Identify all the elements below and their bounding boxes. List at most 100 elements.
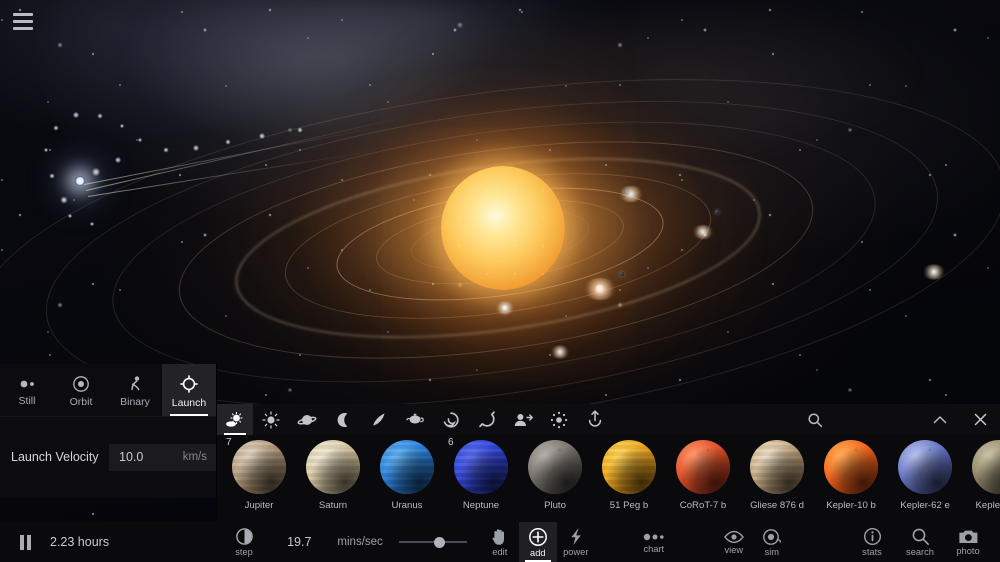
- object-card[interactable]: 51 Peg b: [592, 435, 666, 522]
- object-name-label: Kepler-10 b: [826, 500, 876, 511]
- orbiting-planet[interactable]: [715, 210, 719, 214]
- edit-tool-label: edit: [492, 547, 507, 557]
- orbiting-planet[interactable]: [620, 272, 624, 276]
- comet-nucleus[interactable]: [75, 176, 85, 186]
- object-card[interactable]: Kepler-62 f: [962, 435, 1000, 522]
- star-icon[interactable]: [253, 404, 289, 435]
- menu-bar-1: [13, 13, 33, 16]
- power-tool-label: power: [563, 547, 588, 557]
- orbiting-planet[interactable]: [699, 229, 703, 233]
- object-card[interactable]: Kepler-10 b: [814, 435, 888, 522]
- launch-velocity-label: Launch Velocity: [11, 450, 99, 464]
- sim-tool-button[interactable]: sim: [753, 522, 791, 562]
- launch-velocity-value: 10.0: [109, 450, 143, 464]
- mode-tab-launch[interactable]: Launch: [162, 364, 216, 416]
- thumbnail-cloud-bands: [380, 440, 434, 494]
- thumbnail-cloud-bands: [306, 440, 360, 494]
- mode-tab-launch-label: Launch: [172, 397, 206, 409]
- simulation-elapsed-time: 2.23 hours: [50, 535, 109, 549]
- object-card[interactable]: 7Jupiter: [222, 435, 296, 522]
- mode-tab-binary[interactable]: Binary: [108, 364, 162, 416]
- comet-icon[interactable]: [361, 404, 397, 435]
- black-hole-icon[interactable]: [469, 404, 505, 435]
- slider-thumb[interactable]: [434, 537, 445, 548]
- panel-search-button[interactable]: [797, 404, 833, 435]
- object-name-label: Gliese 876 d: [750, 500, 804, 511]
- stats-button[interactable]: stats: [848, 522, 896, 562]
- object-card[interactable]: CoRoT-7 b: [666, 435, 740, 522]
- launch-mode-tabs: Still Orbit: [0, 364, 216, 417]
- mode-tab-still[interactable]: Still: [0, 364, 54, 416]
- slider-track: [399, 541, 467, 543]
- thumbnail-surface-texture: [528, 440, 582, 494]
- simulation-rate-unit: mins/sec: [337, 536, 382, 548]
- search-button[interactable]: search: [896, 522, 944, 562]
- power-tool-button[interactable]: power: [557, 522, 595, 562]
- object-name-label: CoRoT-7 b: [680, 500, 726, 511]
- simulation-rate-slider[interactable]: [399, 534, 467, 550]
- search-icon[interactable]: [797, 404, 833, 435]
- step-button[interactable]: step: [223, 522, 265, 562]
- planet-sun-icon[interactable]: [217, 404, 253, 435]
- launch-crosshair-icon: [177, 374, 201, 394]
- object-thumbnail: [602, 440, 656, 494]
- step-button-label: step: [235, 547, 253, 557]
- chart-tool-button[interactable]: chart: [635, 522, 673, 562]
- central-star[interactable]: [441, 166, 565, 290]
- object-thumbnail: [972, 440, 1000, 494]
- add-person-icon[interactable]: [505, 404, 541, 435]
- simulation-control-bar: 2.23 hours step 19.7 mins/sec: [0, 522, 1000, 562]
- thumbnail-cloud-bands: [750, 440, 804, 494]
- pause-icon[interactable]: [6, 522, 44, 562]
- teapot-icon[interactable]: [397, 404, 433, 435]
- view-tool-button[interactable]: view: [715, 522, 753, 562]
- object-thumbnail-strip[interactable]: 7Jupiter Saturn Uranus6Neptune Pluto 51 Peg …: [217, 435, 1000, 522]
- mode-tab-orbit[interactable]: Orbit: [54, 364, 108, 416]
- edit-tool-button[interactable]: edit: [481, 522, 519, 562]
- spiral-galaxy-icon[interactable]: [433, 404, 469, 435]
- chevron-up-icon[interactable]: [920, 404, 960, 435]
- object-card[interactable]: 6Neptune: [444, 435, 518, 522]
- orbiting-planet[interactable]: [596, 285, 605, 294]
- search-icon: [911, 527, 930, 546]
- mode-tab-still-label: Still: [19, 395, 36, 407]
- moon-crescent-icon[interactable]: [325, 404, 361, 435]
- panel-window-controls: [920, 404, 1000, 435]
- orbiting-planet[interactable]: [932, 270, 937, 275]
- ringed-planet-icon[interactable]: [289, 404, 325, 435]
- orbiting-planet[interactable]: [624, 189, 630, 195]
- hamburger-menu-icon[interactable]: [8, 8, 38, 34]
- sim-tool-label: sim: [765, 547, 779, 557]
- launch-object-icon[interactable]: [577, 404, 613, 435]
- add-tool-label: add: [530, 548, 546, 558]
- object-thumbnail: [380, 440, 434, 494]
- photo-button[interactable]: photo: [944, 522, 992, 562]
- close-x-icon[interactable]: [960, 404, 1000, 435]
- object-name-label: Saturn: [319, 500, 347, 511]
- lightning-icon: [569, 527, 583, 546]
- two-dots-still-icon: [16, 376, 38, 392]
- object-name-label: 51 Peg b: [610, 500, 648, 511]
- camera-icon: [958, 528, 979, 545]
- orbiting-planet[interactable]: [558, 350, 562, 354]
- circle-plus-icon: [528, 527, 548, 547]
- launch-mode-panel: Still Orbit: [0, 364, 217, 498]
- stats-button-label: stats: [862, 547, 882, 557]
- simulation-window: Still Orbit: [0, 0, 1000, 562]
- object-card[interactable]: Gliese 876 d: [740, 435, 814, 522]
- object-name-label: Pluto: [544, 500, 566, 511]
- launch-velocity-input[interactable]: 10.0 km/s: [109, 444, 216, 471]
- object-card[interactable]: Uranus: [370, 435, 444, 522]
- object-card[interactable]: Saturn: [296, 435, 370, 522]
- view-tool-label: view: [724, 545, 743, 555]
- object-card[interactable]: Pluto: [518, 435, 592, 522]
- launch-velocity-row: Launch Velocity 10.0 km/s: [0, 437, 216, 477]
- object-card[interactable]: Kepler-62 e: [888, 435, 962, 522]
- object-thumbnail: [528, 440, 582, 494]
- object-name-label: Jupiter: [245, 500, 274, 511]
- asteroid-belt-icon[interactable]: [541, 404, 577, 435]
- info-circle-icon: [863, 527, 882, 546]
- utility-button-group: stats search photo: [848, 522, 992, 562]
- add-tool-button[interactable]: add: [519, 522, 557, 562]
- orbiting-planet[interactable]: [503, 306, 508, 311]
